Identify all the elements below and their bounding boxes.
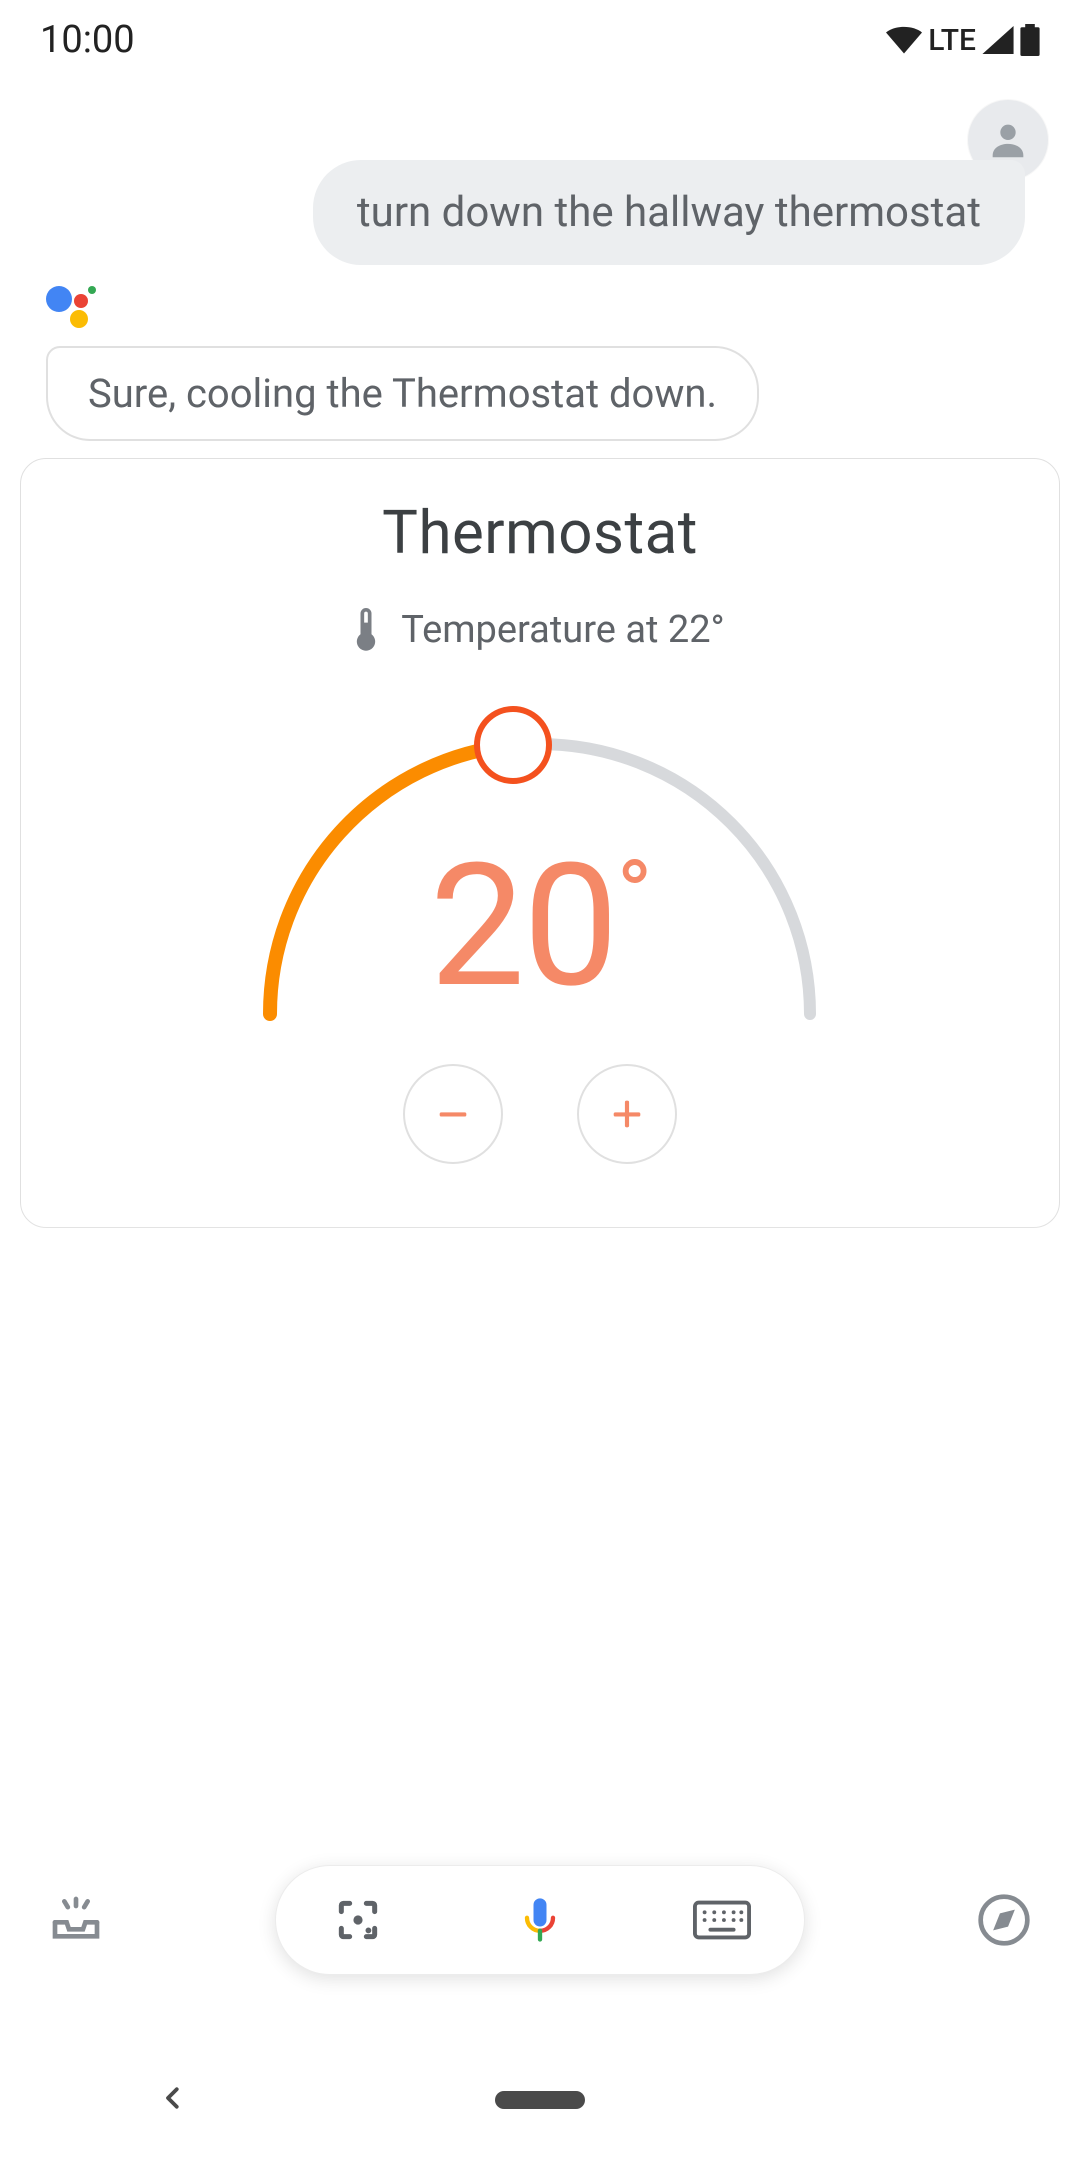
assistant-bottom-bar (0, 1810, 1080, 2030)
compass-icon (976, 1892, 1032, 1948)
plus-icon (607, 1094, 647, 1134)
network-label: LTE (928, 23, 976, 58)
nav-back-button[interactable] (158, 2083, 188, 2117)
dial-handle[interactable] (477, 709, 549, 781)
lens-button[interactable] (328, 1890, 388, 1950)
degree-symbol: ° (617, 840, 651, 952)
assistant-logo-icon (46, 280, 106, 340)
current-temperature-label: Temperature at 22° (401, 608, 725, 652)
set-temperature-value: 20 (430, 826, 617, 1026)
battery-icon (1020, 24, 1040, 56)
mic-icon (514, 1894, 566, 1946)
updates-button[interactable] (46, 1890, 106, 1950)
keyboard-button[interactable] (692, 1890, 752, 1950)
mic-button[interactable] (510, 1890, 570, 1950)
status-bar: 10:00 LTE (0, 0, 1080, 80)
chevron-left-icon (158, 2083, 188, 2113)
android-nav-bar (0, 2040, 1080, 2160)
assistant-message-bubble: Sure, cooling the Thermostat down. (46, 346, 759, 441)
bottom-fade (0, 1218, 1080, 1318)
lens-icon (333, 1895, 383, 1945)
status-indicators: LTE (886, 23, 1040, 58)
cell-signal-icon (982, 26, 1014, 54)
thermostat-card: Thermostat Temperature at 22° 20° (20, 458, 1060, 1228)
user-message-text: turn down the hallway thermostat (357, 188, 981, 237)
keyboard-icon (693, 1899, 751, 1941)
explore-button[interactable] (974, 1890, 1034, 1950)
nav-home-handle[interactable] (495, 2091, 585, 2109)
assistant-input-pill (275, 1865, 805, 1975)
person-icon (985, 117, 1031, 163)
set-temperature-display: 20° (430, 826, 651, 1026)
minus-icon (433, 1094, 473, 1134)
assistant-message-text: Sure, cooling the Thermostat down. (88, 370, 717, 417)
thermostat-title: Thermostat (382, 497, 698, 568)
user-message-bubble: turn down the hallway thermostat (313, 160, 1025, 265)
status-time: 10:00 (40, 18, 135, 62)
decrease-temperature-button[interactable] (403, 1064, 503, 1164)
temperature-dial[interactable]: 20° (230, 674, 850, 1034)
thermostat-subtitle: Temperature at 22° (355, 608, 725, 652)
wifi-icon (886, 26, 922, 54)
inbox-shine-icon (48, 1892, 104, 1948)
increase-temperature-button[interactable] (577, 1064, 677, 1164)
thermometer-icon (355, 608, 377, 652)
